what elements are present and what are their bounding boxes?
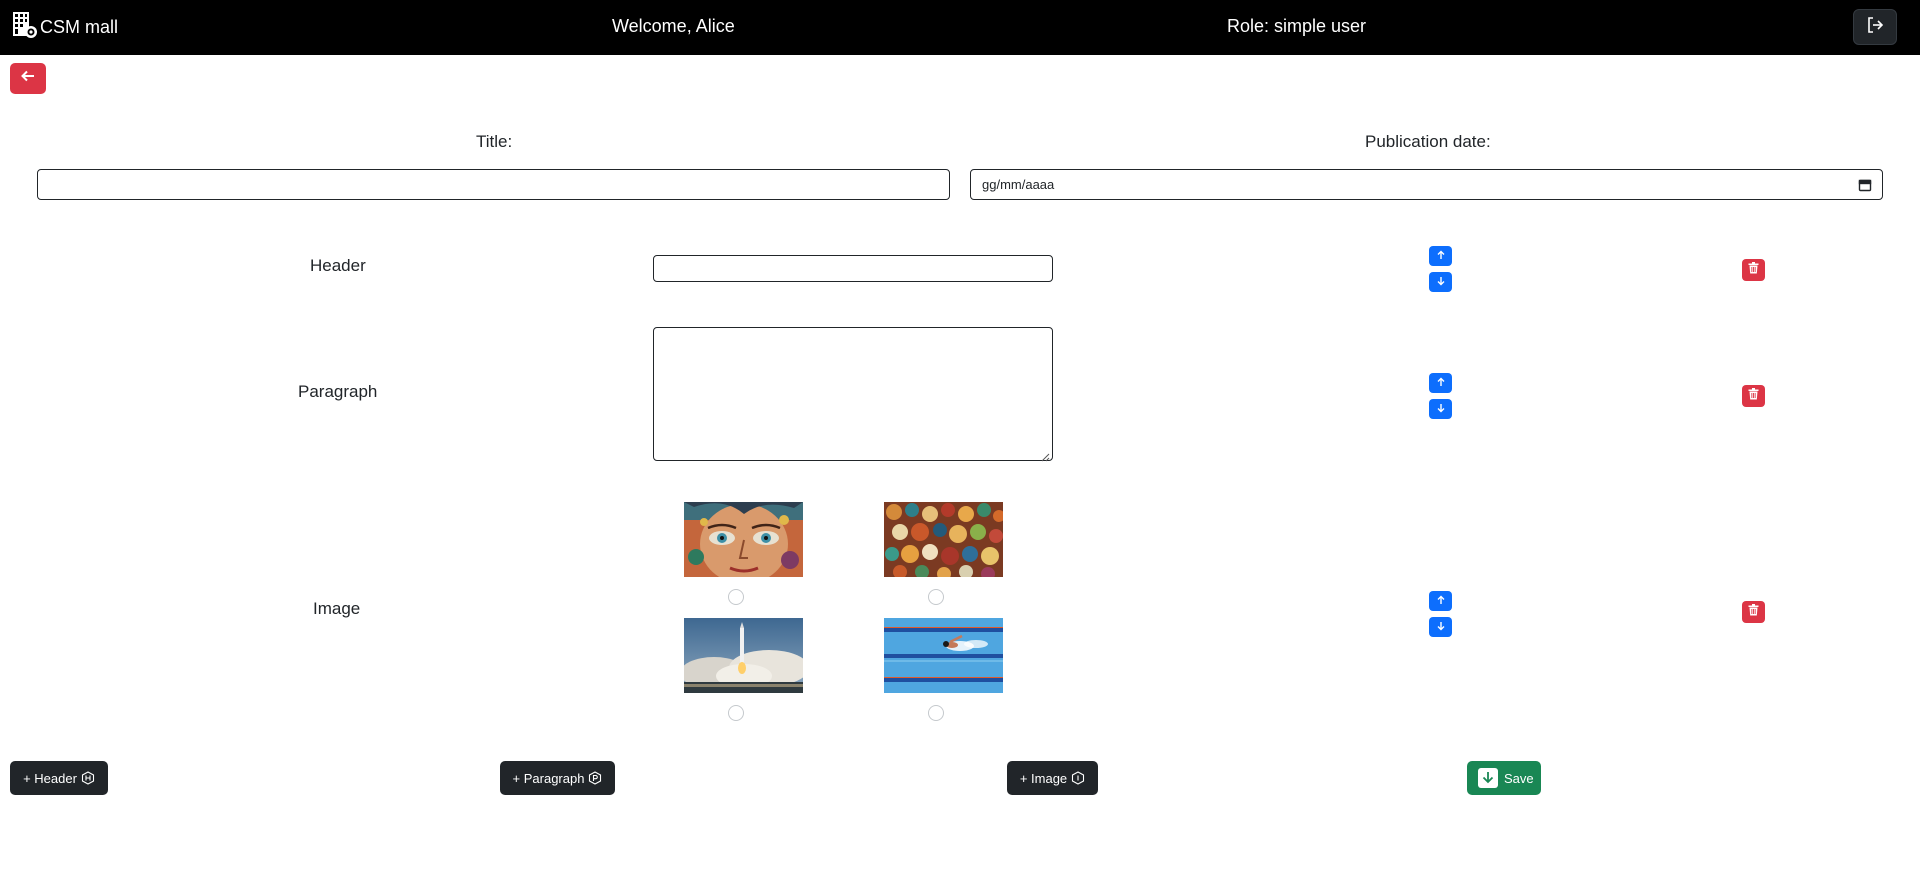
arrow-down-icon	[1436, 273, 1446, 291]
add-header-label: + Header	[23, 770, 77, 786]
image-move-up-button[interactable]	[1429, 591, 1452, 611]
hexagon-p-icon	[588, 771, 602, 785]
paragraph-section-label: Paragraph	[298, 382, 378, 401]
brand[interactable]: CSM mall	[12, 11, 119, 44]
image-move-down-button[interactable]	[1429, 617, 1452, 637]
arrow-up-icon	[1436, 247, 1446, 265]
image-option-graffiti-face[interactable]	[684, 502, 803, 577]
image-radio-colorful-beads[interactable]	[928, 589, 944, 605]
resize-grip-icon[interactable]	[1041, 449, 1050, 462]
navbar: CSM mall Welcome, Alice Role: simple use…	[0, 0, 1920, 55]
building-gear-icon	[12, 11, 38, 44]
header-move-up-button[interactable]	[1429, 246, 1452, 266]
image-delete-button[interactable]	[1742, 601, 1765, 623]
hexagon-h-icon	[81, 771, 95, 785]
trash-icon	[1748, 261, 1759, 279]
arrow-up-icon	[1436, 374, 1446, 392]
image-radio-swimmer-pool[interactable]	[928, 705, 944, 721]
title-label: Title:	[476, 132, 513, 151]
image-radio-graffiti-face[interactable]	[728, 589, 744, 605]
add-image-label: + Image	[1019, 770, 1068, 786]
title-input[interactable]	[37, 169, 950, 200]
header-delete-button[interactable]	[1742, 259, 1765, 281]
arrow-left-icon	[20, 68, 36, 89]
arrow-up-icon	[1436, 592, 1446, 610]
date-placeholder: gg/mm/aaaa	[982, 177, 1055, 192]
paragraph-delete-button[interactable]	[1742, 385, 1765, 407]
trash-icon	[1748, 603, 1759, 621]
header-move-down-button[interactable]	[1429, 272, 1452, 292]
arrow-down-icon	[1436, 618, 1446, 636]
paragraph-textarea[interactable]	[653, 327, 1053, 462]
logout-button[interactable]	[1853, 9, 1897, 45]
add-paragraph-button[interactable]: + Paragraph	[500, 761, 615, 795]
publication-date-input[interactable]: gg/mm/aaaa	[970, 169, 1883, 200]
back-button[interactable]	[10, 63, 46, 94]
image-section-label: Image	[313, 599, 361, 618]
download-icon	[1478, 768, 1498, 788]
logout-icon	[1865, 15, 1885, 40]
role-text: Role: simple user	[1227, 16, 1367, 36]
save-label: Save	[1504, 770, 1534, 786]
paragraph-move-down-button[interactable]	[1429, 399, 1452, 419]
publication-date-label: Publication date:	[1365, 132, 1491, 151]
image-option-swimmer-pool[interactable]	[884, 618, 1003, 693]
add-paragraph-label: + Paragraph	[512, 770, 585, 786]
image-radio-rocket-launch[interactable]	[728, 705, 744, 721]
arrow-down-icon	[1436, 400, 1446, 418]
header-input[interactable]	[653, 255, 1053, 282]
add-image-button[interactable]: + Image	[1007, 761, 1098, 795]
calendar-icon[interactable]	[1858, 178, 1872, 192]
image-option-colorful-beads[interactable]	[884, 502, 1003, 577]
image-option-rocket-launch[interactable]	[684, 618, 803, 693]
brand-name: CSM mall	[40, 16, 119, 37]
trash-icon	[1748, 387, 1759, 405]
paragraph-move-up-button[interactable]	[1429, 373, 1452, 393]
add-header-button[interactable]: + Header	[10, 761, 108, 795]
save-button[interactable]: Save	[1467, 761, 1541, 795]
header-section-label: Header	[310, 256, 366, 275]
hexagon-i-icon	[1071, 771, 1085, 785]
welcome-text: Welcome, Alice	[612, 16, 735, 36]
